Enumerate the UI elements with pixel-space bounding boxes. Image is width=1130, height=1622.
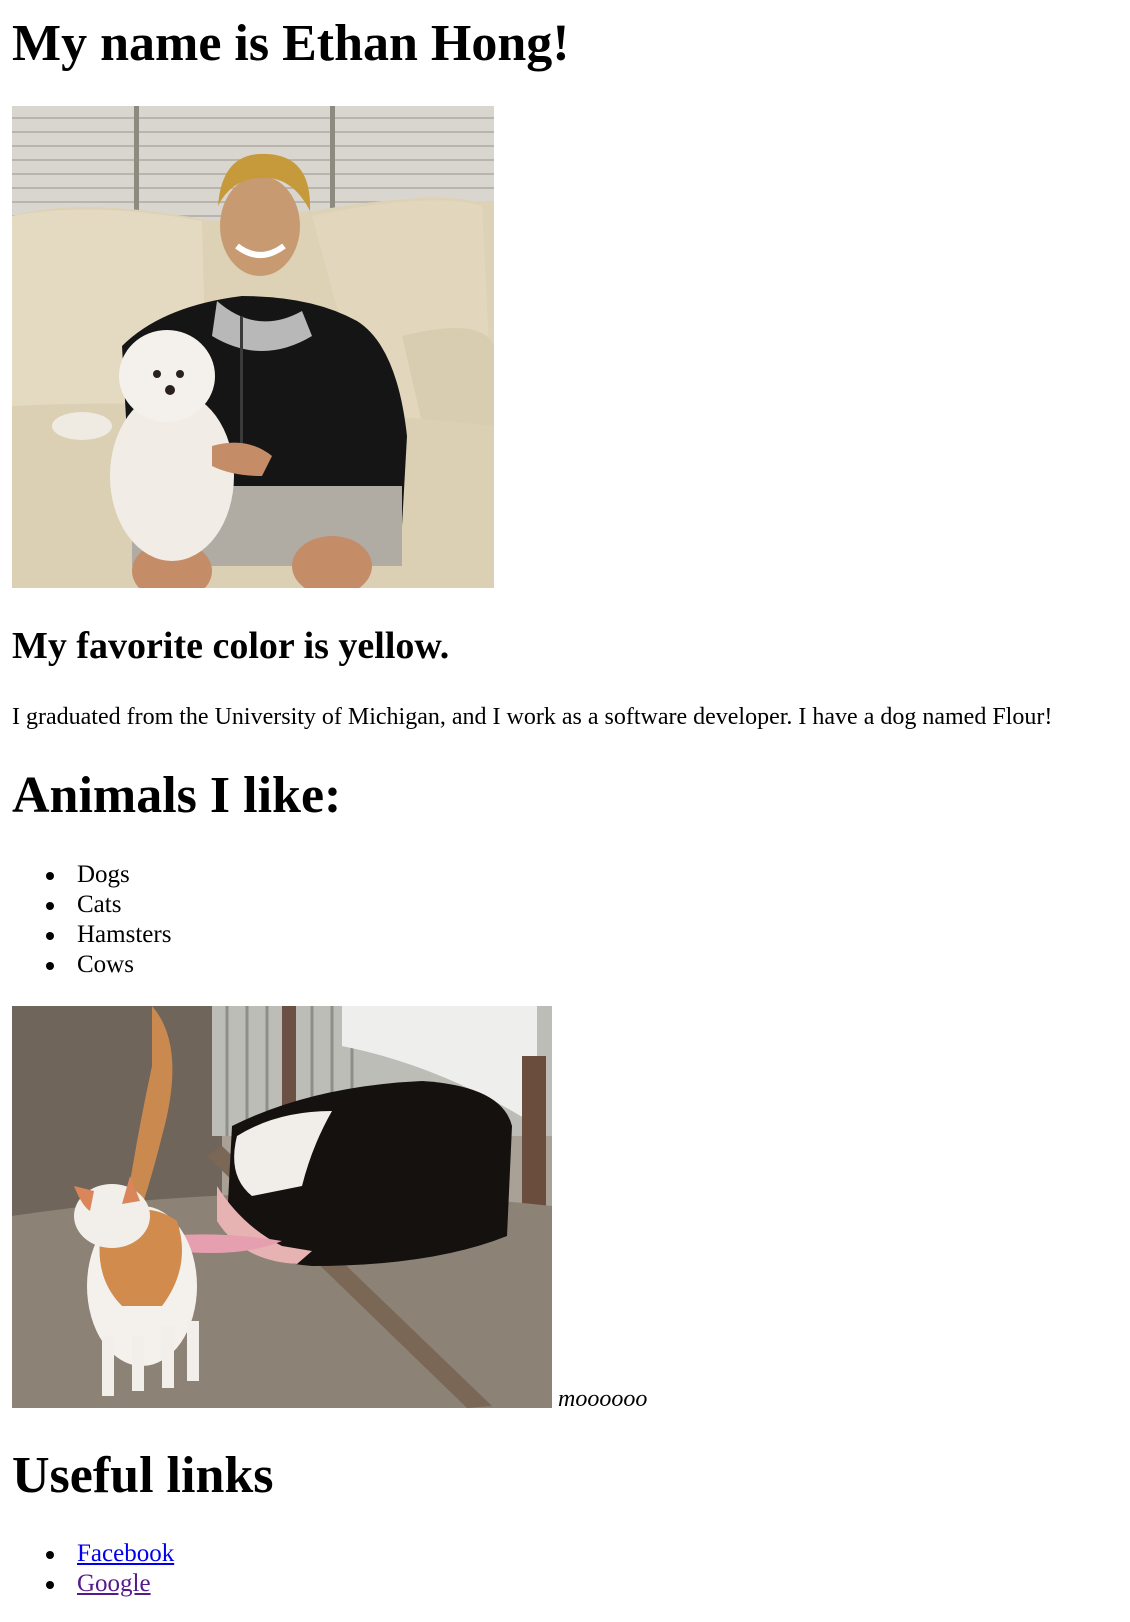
facebook-link[interactable]: Facebook bbox=[77, 1540, 174, 1567]
page-title: My name is Ethan Hong! bbox=[12, 15, 570, 72]
list-item: Hamsters bbox=[12, 920, 171, 950]
list-item: Facebook bbox=[12, 1539, 174, 1569]
photo-caption: moooooo bbox=[558, 1386, 648, 1412]
cat-and-cow-photo bbox=[12, 1006, 552, 1408]
list-item: Cats bbox=[12, 890, 171, 920]
google-link[interactable]: Google bbox=[77, 1570, 151, 1597]
list-item: Dogs bbox=[12, 860, 171, 890]
profile-photo bbox=[12, 106, 494, 588]
animals-heading: Animals I like: bbox=[12, 767, 342, 824]
useful-links-list: Facebook Google bbox=[12, 1539, 174, 1599]
list-item: Cows bbox=[12, 950, 171, 980]
animals-list: Dogs Cats Hamsters Cows bbox=[12, 860, 171, 980]
useful-links-heading: Useful links bbox=[12, 1447, 274, 1504]
bio-paragraph: I graduated from the University of Michi… bbox=[12, 704, 1053, 730]
favorite-color-heading: My favorite color is yellow. bbox=[12, 625, 450, 667]
list-item: Google bbox=[12, 1569, 174, 1599]
